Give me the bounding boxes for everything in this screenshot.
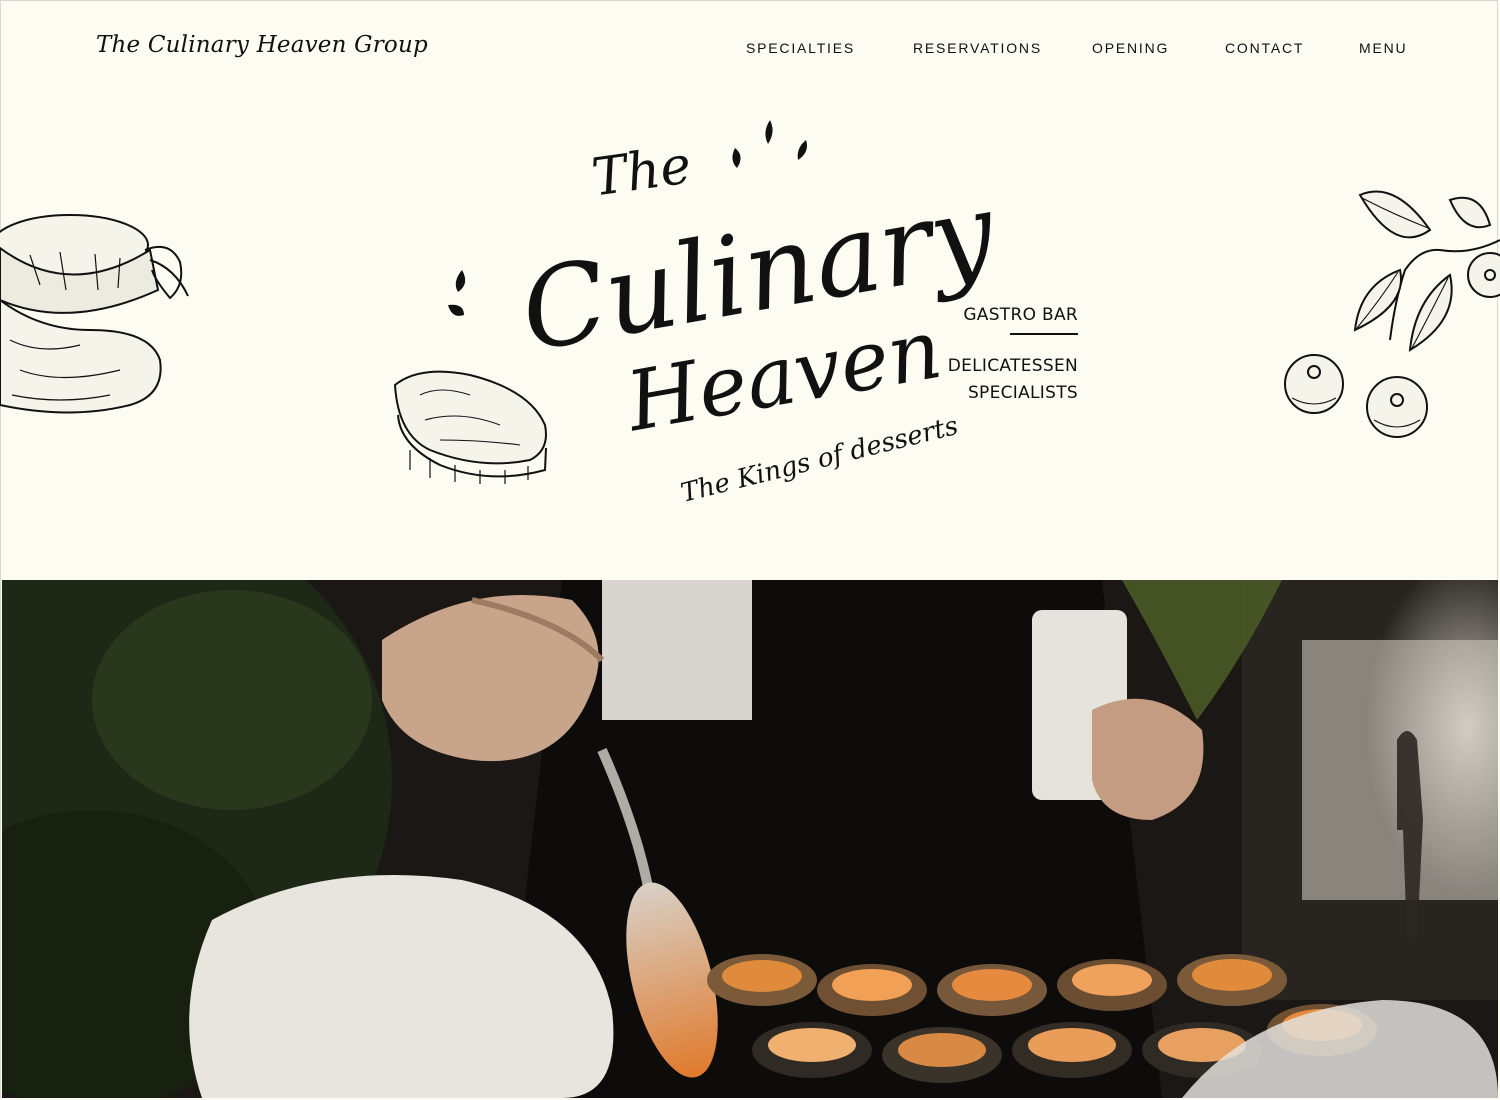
nav-reservations[interactable]: RESERVATIONS (913, 40, 1042, 56)
logo-the: The (588, 135, 694, 208)
tag-divider (1010, 333, 1078, 335)
hero-illustration: The Culinary Heaven The Kings of dessert… (0, 120, 1500, 509)
nav-specialties[interactable]: SPECIALTIES (746, 40, 855, 56)
nav-opening[interactable]: OPENING (1092, 40, 1169, 56)
bread-slice-icon (393, 370, 547, 484)
main-nav: SPECIALTIES RESERVATIONS OPENING CONTACT… (0, 40, 1500, 60)
nav-menu[interactable]: MENU (1359, 40, 1407, 56)
jam-jar-icon (0, 214, 189, 414)
tag-specialists: SPECIALISTS (967, 382, 1078, 403)
chef-plating-oysters-photo (2, 580, 1498, 1098)
nav-contact[interactable]: CONTACT (1225, 40, 1304, 56)
blueberry-branch-icon (1284, 190, 1500, 438)
side-tags: GASTRO BAR DELICATESSEN SPECIALISTS (930, 305, 1078, 407)
tag-delicatessen: DELICATESSEN (947, 355, 1078, 376)
tag-gastro-bar: GASTRO BAR (963, 305, 1078, 325)
